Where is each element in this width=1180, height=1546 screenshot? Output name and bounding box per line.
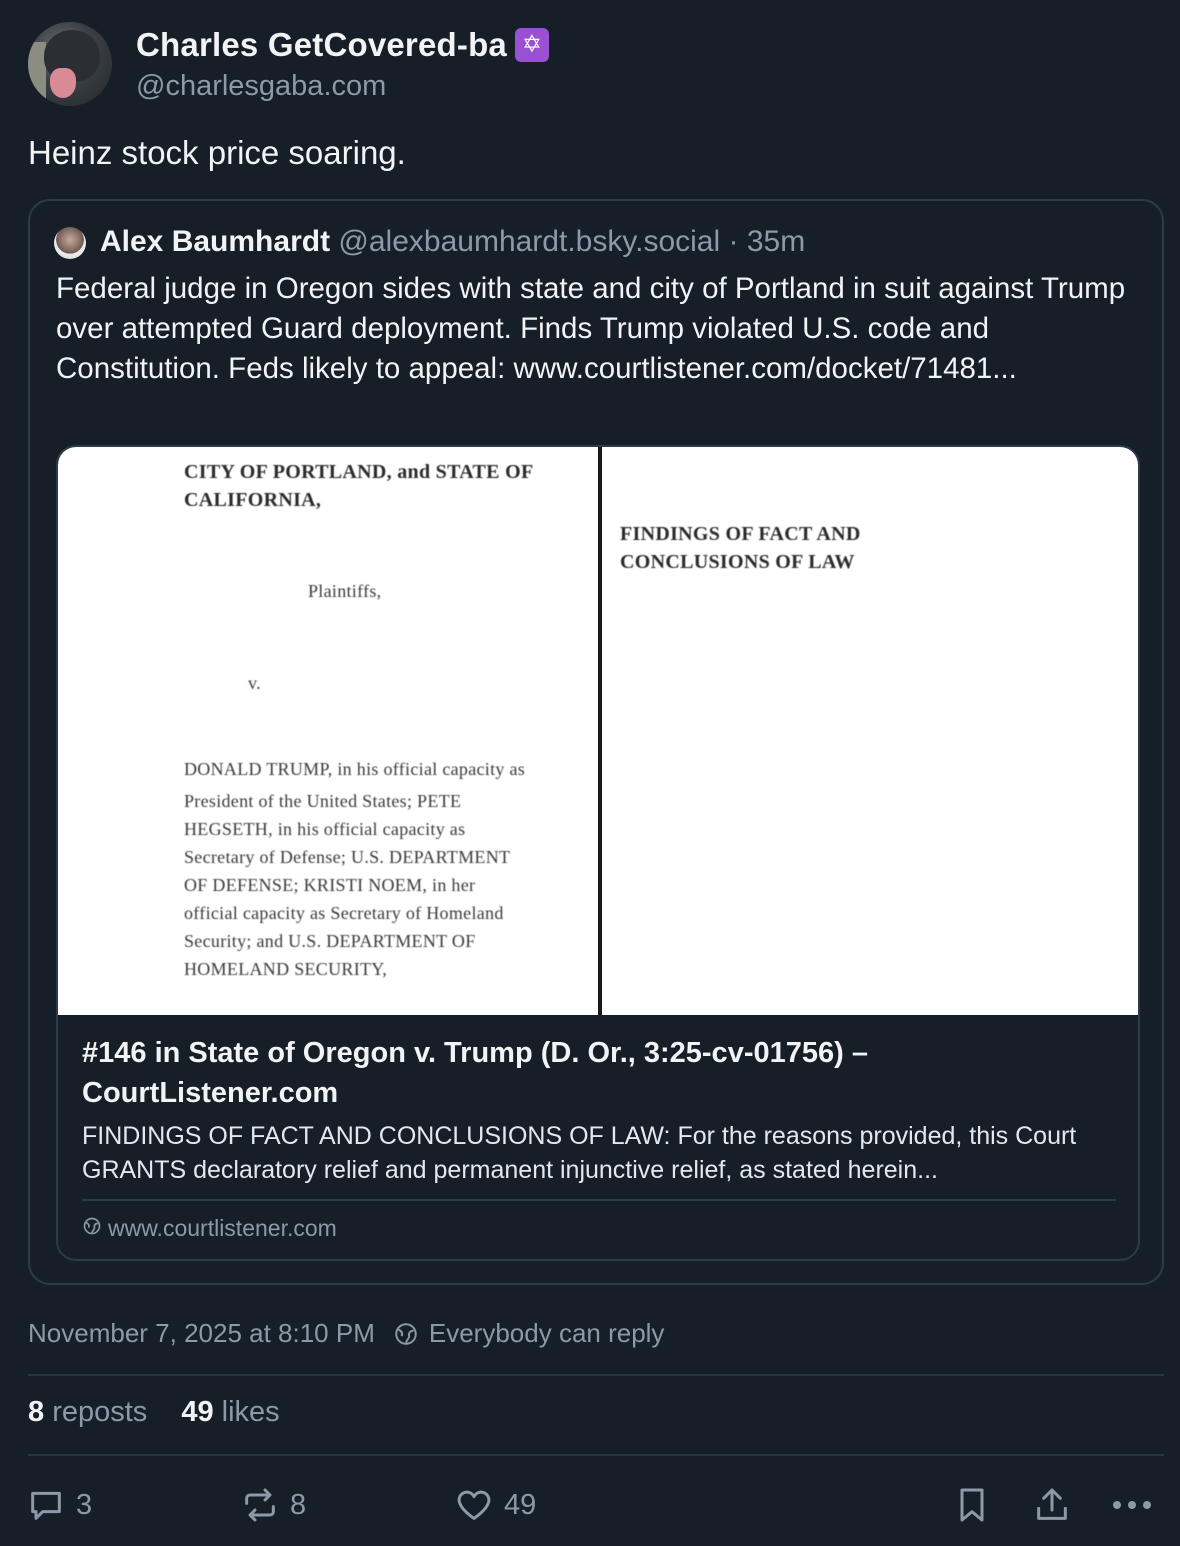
reply-button[interactable]: 3 xyxy=(26,1478,92,1532)
star-of-david-icon: ✡ xyxy=(515,28,549,62)
bookmark-button[interactable] xyxy=(952,1478,992,1532)
author-handle[interactable]: @charlesgaba.com xyxy=(136,70,386,103)
doc-line: DONALD TRUMP, in his official capacity a… xyxy=(184,759,526,779)
bookmark-icon xyxy=(960,1488,984,1522)
more-icon xyxy=(1113,1501,1151,1509)
quoted-post-header: Alex Baumhardt @alexbaumhardt.bsky.socia… xyxy=(100,225,805,259)
engagement-stats: 8 reposts 49 likes xyxy=(28,1396,280,1429)
quoted-post-text: Federal judge in Oregon sides with state… xyxy=(56,272,1126,385)
link-card-description: FINDINGS OF FACT AND CONCLUSIONS OF LAW:… xyxy=(82,1122,1077,1184)
share-icon xyxy=(1037,1488,1067,1520)
quoted-post[interactable]: Alex Baumhardt @alexbaumhardt.bsky.socia… xyxy=(28,199,1164,1285)
quoted-post-time: 35m xyxy=(746,225,806,258)
likes-stat[interactable]: 49 likes xyxy=(181,1396,279,1429)
link-card-domain: www.courtlistener.com xyxy=(108,1215,337,1241)
doc-line: OF DEFENSE; KRISTI NOEM, in her xyxy=(184,875,476,895)
repost-count: 8 xyxy=(290,1488,307,1521)
globe-icon xyxy=(395,1322,417,1345)
doc-line: CONCLUSIONS OF LAW xyxy=(620,551,855,573)
globe-icon xyxy=(82,1215,102,1242)
post-timestamp: November 7, 2025 at 8:10 PM xyxy=(28,1318,375,1348)
doc-line: Security; and U.S. DEPARTMENT OF xyxy=(184,931,476,951)
doc-line: CALIFORNIA, xyxy=(184,489,322,511)
doc-line: CITY OF PORTLAND, and STATE OF xyxy=(184,461,534,483)
doc-line: FINDINGS OF FACT AND xyxy=(620,523,861,545)
avatar-dog-tongue xyxy=(50,68,76,98)
link-card-divider xyxy=(82,1199,1116,1201)
author-avatar[interactable] xyxy=(28,22,112,106)
document-column-divider xyxy=(598,447,602,1015)
author-display-name[interactable]: Charles GetCovered-ba xyxy=(136,26,507,64)
action-bar: 3 8 49 xyxy=(0,1478,1180,1532)
doc-line: official capacity as Secretary of Homela… xyxy=(184,903,504,923)
like-count: 49 xyxy=(504,1488,537,1521)
like-icon xyxy=(457,1490,491,1520)
doc-line: Secretary of Defense; U.S. DEPARTMENT xyxy=(184,847,511,867)
like-button[interactable]: 49 xyxy=(454,1478,536,1532)
doc-line: v. xyxy=(248,673,261,693)
post-thread: Charles GetCovered-ba ✡ @charlesgaba.com… xyxy=(0,0,1180,1546)
divider xyxy=(28,1374,1164,1376)
doc-line: President of the United States; PETE xyxy=(184,791,462,811)
doc-line: HOMELAND SECURITY, xyxy=(184,959,388,979)
quoted-author-name[interactable]: Alex Baumhardt xyxy=(100,225,330,258)
reply-icon xyxy=(31,1491,61,1520)
share-button[interactable] xyxy=(1032,1478,1072,1532)
separator-dot: · xyxy=(728,225,739,258)
doc-line: Plaintiffs, xyxy=(308,581,382,601)
repost-icon xyxy=(245,1488,275,1522)
post-text: Heinz stock price soaring. xyxy=(28,134,406,171)
quoted-author-handle[interactable]: @alexbaumhardt.bsky.social xyxy=(338,225,720,258)
doc-line: HEGSETH, in his official capacity as xyxy=(184,819,466,839)
reply-count: 3 xyxy=(76,1488,93,1521)
quoted-author-avatar[interactable] xyxy=(54,227,86,259)
link-card-title[interactable]: #146 in State of Oregon v. Trump (D. Or.… xyxy=(82,1033,1112,1113)
divider xyxy=(28,1454,1164,1456)
reply-setting[interactable]: Everybody can reply xyxy=(393,1318,665,1349)
link-card-domain-row[interactable]: www.courtlistener.com xyxy=(82,1215,337,1242)
more-options-button[interactable] xyxy=(1110,1478,1154,1532)
author-display-name-row[interactable]: Charles GetCovered-ba ✡ xyxy=(136,26,549,64)
document-preview-image: CITY OF PORTLAND, and STATE OF CALIFORNI… xyxy=(58,447,1138,1015)
post-meta: November 7, 2025 at 8:10 PM Everybody ca… xyxy=(28,1318,664,1349)
reposts-stat[interactable]: 8 reposts xyxy=(28,1396,147,1429)
reply-setting-label: Everybody can reply xyxy=(428,1318,665,1348)
link-preview-card[interactable]: CITY OF PORTLAND, and STATE OF CALIFORNI… xyxy=(56,445,1140,1261)
repost-button[interactable]: 8 xyxy=(240,1478,306,1532)
